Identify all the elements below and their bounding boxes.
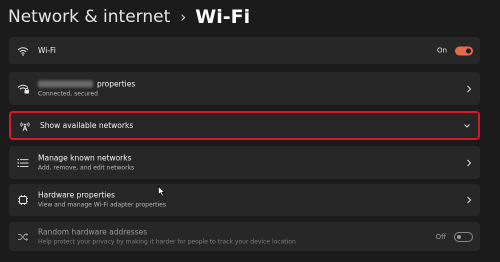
manage-known-networks-row[interactable]: Manage known networks Add, remove, and e…: [9, 146, 480, 179]
chevron-right-icon: [467, 85, 472, 92]
chip-icon: [16, 193, 30, 207]
random-hardware-addresses-subtitle: Help protect your privacy by making it h…: [38, 238, 296, 245]
antenna-icon: [18, 119, 32, 133]
breadcrumb: Network & internet › Wi-Fi: [8, 5, 250, 29]
random-hardware-toggle-switch[interactable]: [454, 231, 473, 242]
hardware-properties-row[interactable]: Hardware properties View and manage Wi-F…: [9, 184, 480, 216]
manage-known-networks-title: Manage known networks: [38, 153, 132, 162]
wifi-toggle-switch[interactable]: [455, 46, 473, 55]
network-status: Connected, secured: [38, 90, 98, 97]
random-toggle-label: Off: [435, 232, 446, 241]
show-available-networks-label: Show available networks: [40, 120, 134, 130]
breadcrumb-parent-link[interactable]: Network & internet: [8, 7, 170, 27]
chevron-right-icon: [467, 196, 472, 204]
chevron-down-icon: [464, 123, 470, 128]
wifi-toggle-row[interactable]: Wi-Fi On: [9, 37, 480, 64]
wifi-icon: [16, 44, 30, 58]
hardware-properties-subtitle: View and manage Wi-Fi adapter properties: [38, 201, 166, 209]
show-available-networks-row[interactable]: Show available networks: [9, 111, 480, 140]
manage-known-networks-subtitle: Add, remove, and edit networks: [38, 164, 135, 171]
toggle-knob: [466, 48, 471, 53]
wifi-lock-icon: [16, 82, 30, 96]
toggle-knob: [457, 234, 461, 239]
chevron-right-icon: [467, 159, 472, 166]
network-properties-label: properties: [97, 79, 136, 88]
network-name-redacted: [38, 80, 93, 88]
breadcrumb-separator: ›: [180, 7, 187, 26]
hardware-properties-title: Hardware properties: [38, 190, 115, 200]
list-icon: [16, 156, 30, 170]
wifi-toggle-label: On: [437, 46, 447, 55]
mouse-cursor-icon: [158, 186, 166, 197]
wifi-title: Wi-Fi: [38, 45, 56, 55]
random-hardware-addresses-row[interactable]: Random hardware addresses Help protect y…: [9, 222, 480, 251]
shuffle-icon: [16, 230, 30, 244]
page-title: Wi-Fi: [195, 6, 251, 28]
network-properties-row[interactable]: properties Connected, secured: [9, 72, 480, 105]
random-hardware-addresses-title: Random hardware addresses: [38, 227, 148, 236]
